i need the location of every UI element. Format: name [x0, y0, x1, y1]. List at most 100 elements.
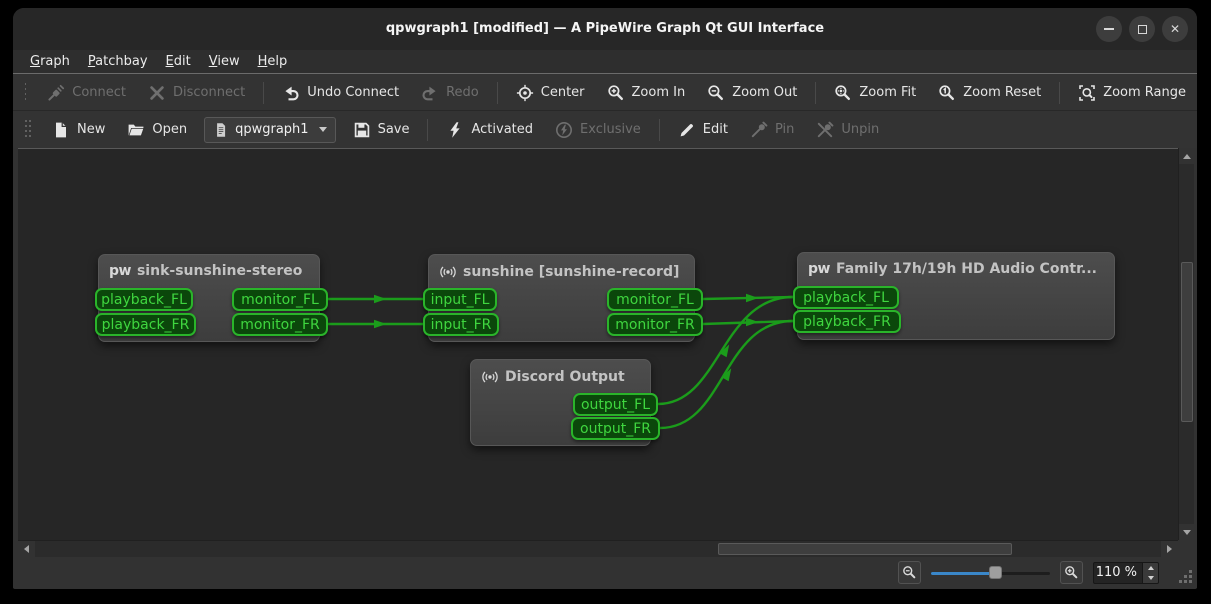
disconnect-button[interactable]: Disconnect — [137, 79, 256, 107]
status-zoom-out-button[interactable] — [898, 561, 921, 584]
menubar: Graph Patchbay Edit View Help — [13, 50, 1197, 74]
spin-down-button[interactable] — [1143, 573, 1158, 583]
window-resize-grip[interactable] — [1179, 570, 1193, 584]
bolt-icon — [446, 121, 464, 139]
minimize-button[interactable] — [1096, 16, 1122, 42]
new-button[interactable]: New — [41, 116, 116, 144]
patchbay-combobox-value: qpwgraph1 — [235, 122, 308, 137]
slider-handle[interactable] — [989, 566, 1002, 579]
input-port[interactable]: playback_FL — [95, 288, 193, 311]
exclusive-label: Exclusive — [580, 122, 641, 137]
menu-patchbay[interactable]: Patchbay — [79, 52, 157, 71]
save-icon — [353, 121, 371, 139]
menu-graph[interactable]: Graph — [21, 52, 79, 71]
open-button[interactable]: Open — [116, 116, 198, 144]
center-label: Center — [541, 85, 585, 100]
spin-up-button[interactable] — [1143, 563, 1158, 573]
output-port[interactable]: output_FL — [573, 393, 658, 416]
wire-arrowhead — [719, 342, 733, 357]
toolbar-drag-handle[interactable] — [25, 120, 31, 140]
arrow-down-icon — [1148, 576, 1154, 580]
zoom-range-button[interactable]: Zoom Range — [1067, 79, 1197, 107]
vertical-scrollbar[interactable] — [1178, 148, 1194, 540]
slider-fill — [931, 572, 996, 575]
undo-connect-button[interactable]: Undo Connect — [271, 79, 410, 107]
zoom-fit-label: Zoom Fit — [859, 85, 916, 100]
redo-button[interactable]: Redo — [410, 79, 490, 107]
toolbar-drag-handle[interactable] — [25, 83, 26, 103]
activated-button[interactable]: Activated — [435, 116, 544, 144]
graph-canvas[interactable]: pw sink-sunshine-stereo sunshine [sunshi… — [18, 148, 1178, 540]
zoom-spinbox[interactable]: 110 % — [1093, 562, 1159, 584]
vertical-scrollbar-thumb[interactable] — [1181, 262, 1193, 422]
bolt-circle-icon — [555, 121, 573, 139]
save-button[interactable]: Save — [342, 116, 421, 144]
status-zoom-in-button[interactable] — [1060, 561, 1083, 584]
zoom-slider[interactable] — [931, 565, 1050, 581]
input-port[interactable]: input_FR — [423, 313, 499, 336]
menu-edit[interactable]: Edit — [157, 52, 200, 71]
open-label: Open — [152, 122, 187, 137]
zoom-in-label: Zoom In — [632, 85, 686, 100]
node-title: Family 17h/19h HD Audio Contr... — [836, 261, 1097, 277]
port-label: playback_FR — [803, 314, 891, 330]
port-label: playback_FL — [803, 290, 889, 306]
menu-view[interactable]: View — [200, 52, 249, 71]
wire-arrowhead — [746, 318, 759, 326]
output-port[interactable]: monitor_FL — [607, 288, 703, 311]
output-port[interactable]: monitor_FR — [232, 313, 328, 336]
pin-icon — [750, 121, 768, 139]
center-button[interactable]: Center — [505, 79, 596, 107]
zoom-fit-button[interactable]: Zoom Fit — [823, 79, 927, 107]
connect-icon — [47, 84, 65, 102]
horizontal-scrollbar-thumb[interactable] — [718, 543, 1012, 555]
input-port[interactable]: playback_FL — [793, 286, 899, 309]
input-port[interactable]: input_FL — [423, 288, 497, 311]
zoom-in-button[interactable]: Zoom In — [596, 79, 697, 107]
window-controls: ✕ — [1096, 16, 1188, 42]
close-icon: ✕ — [1170, 22, 1180, 36]
zoom-out-button[interactable]: Zoom Out — [696, 79, 808, 107]
port-label: monitor_FL — [616, 292, 694, 308]
connect-button[interactable]: Connect — [36, 79, 137, 107]
edit-button[interactable]: Edit — [667, 116, 739, 144]
port-label: playback_FR — [102, 317, 190, 333]
chevron-down-icon — [319, 127, 327, 132]
output-port[interactable]: monitor_FL — [232, 288, 328, 311]
horizontal-scrollbar[interactable] — [18, 540, 1178, 557]
input-port[interactable]: playback_FR — [95, 313, 196, 336]
port-label: playback_FL — [101, 292, 187, 308]
menu-help[interactable]: Help — [249, 52, 297, 71]
scroll-down-button[interactable] — [1179, 524, 1194, 540]
scroll-up-button[interactable] — [1179, 148, 1194, 164]
zoom-value: 110 % — [1094, 563, 1142, 583]
pipewire-icon: pw — [808, 261, 830, 277]
scroll-left-button[interactable] — [18, 541, 35, 557]
patchbay-combobox[interactable]: qpwgraph1 — [204, 117, 335, 143]
maximize-button[interactable] — [1129, 16, 1155, 42]
open-folder-icon — [127, 121, 145, 139]
minimize-icon — [1104, 28, 1114, 30]
close-button[interactable]: ✕ — [1162, 16, 1188, 42]
arrow-up-icon — [1183, 154, 1191, 159]
disconnect-icon — [148, 84, 166, 102]
zoom-reset-label: Zoom Reset — [963, 85, 1041, 100]
output-port[interactable]: output_FR — [571, 417, 660, 440]
grip-dots — [1189, 580, 1192, 583]
zoom-reset-button[interactable]: Zoom Reset — [927, 79, 1052, 107]
redo-icon — [421, 84, 439, 102]
wire-arrowhead — [721, 366, 735, 381]
spin-arrows — [1142, 563, 1158, 583]
undo-label: Undo Connect — [307, 85, 399, 100]
new-file-icon — [52, 121, 70, 139]
input-port[interactable]: playback_FR — [793, 310, 901, 333]
unpin-button[interactable]: Unpin — [805, 116, 890, 144]
arrow-down-icon — [1183, 530, 1191, 535]
window-title: qpwgraph1 [modified] — A PipeWire Graph … — [13, 8, 1197, 50]
output-port[interactable]: monitor_FR — [607, 313, 703, 336]
zoom-out-label: Zoom Out — [732, 85, 797, 100]
redo-label: Redo — [446, 85, 479, 100]
scroll-right-button[interactable] — [1161, 541, 1178, 557]
exclusive-button[interactable]: Exclusive — [544, 116, 652, 144]
pin-button[interactable]: Pin — [739, 116, 805, 144]
